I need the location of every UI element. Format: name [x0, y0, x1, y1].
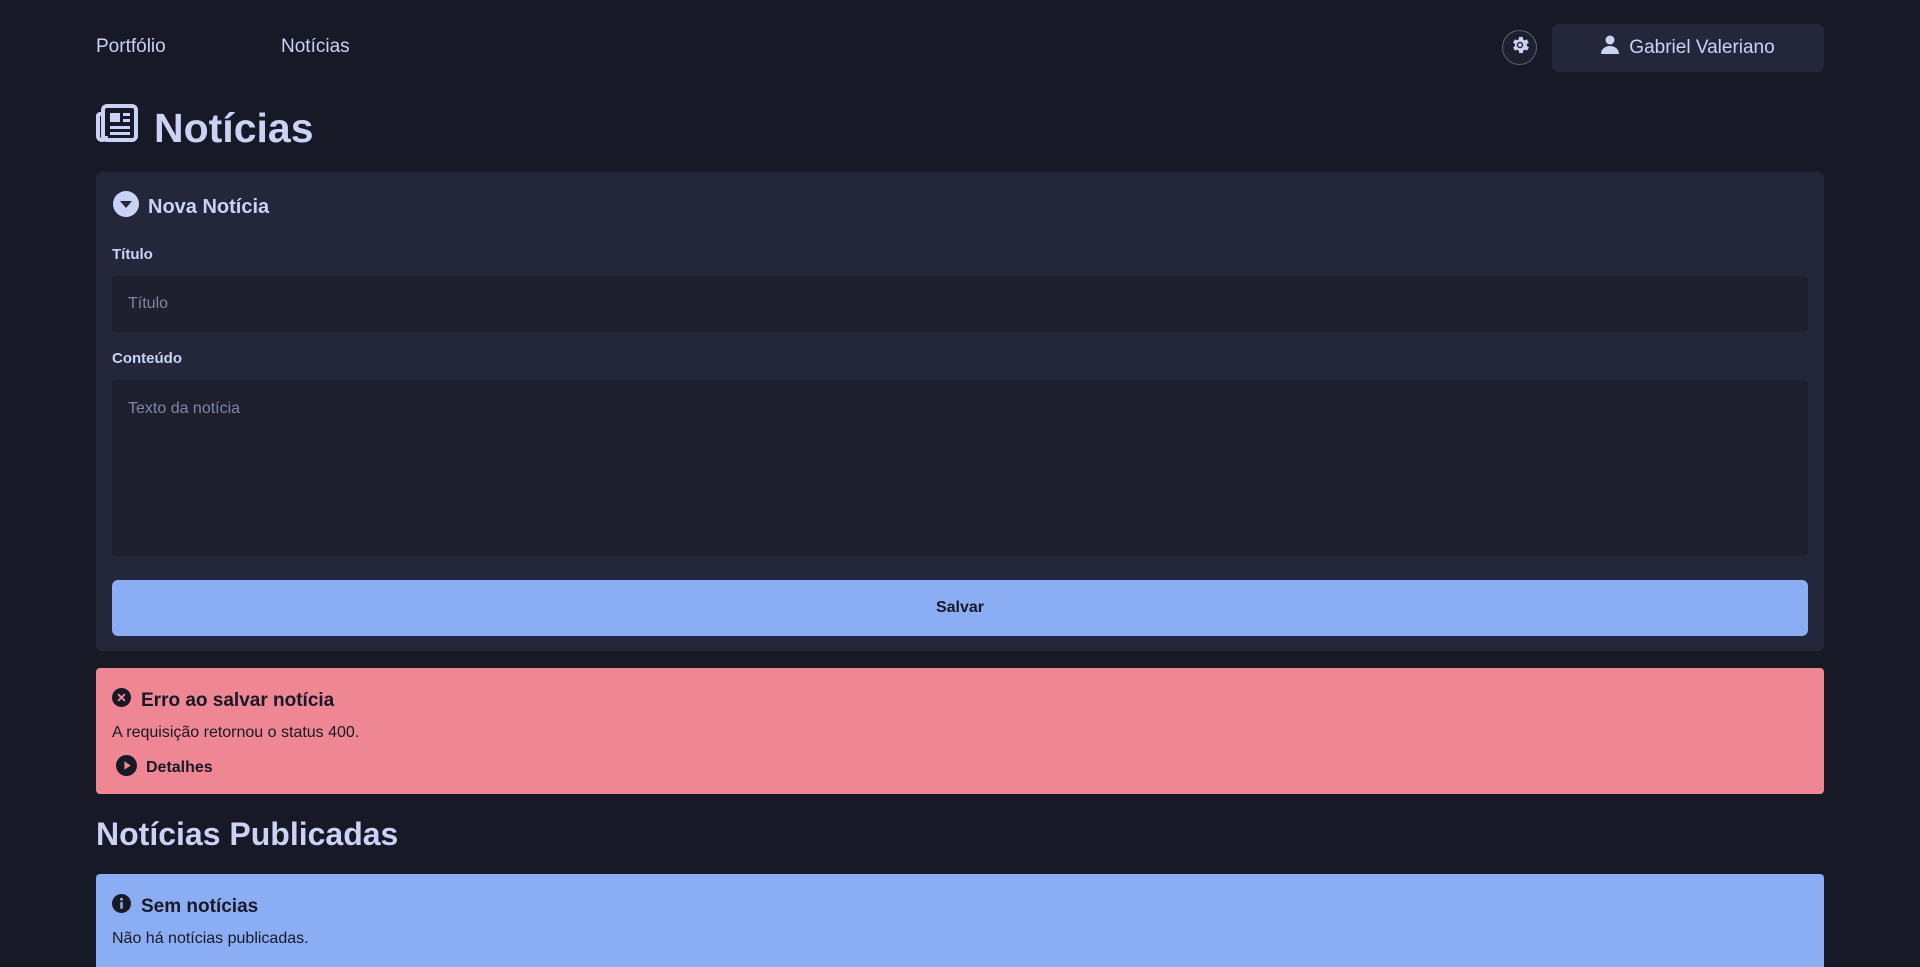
chevron-down-circle-icon — [112, 190, 140, 224]
page-title-text: Notícias — [154, 104, 314, 151]
title-label: Título — [112, 246, 153, 263]
nav-link-portfolio[interactable]: Portfólio — [96, 36, 166, 58]
empty-message: Não há notícias publicadas. — [112, 930, 309, 947]
user-menu-button[interactable]: Gabriel Valeriano — [1552, 24, 1824, 72]
content-textarea[interactable] — [112, 380, 1808, 556]
new-news-toggle[interactable]: Nova Notícia — [112, 190, 269, 224]
error-alert: Erro ao salvar notícia A requisição reto… — [96, 668, 1824, 794]
error-message: A requisição retornou o status 400. — [112, 724, 360, 741]
user-icon — [1601, 35, 1620, 61]
user-name: Gabriel Valeriano — [1629, 37, 1775, 58]
nav-link-news[interactable]: Notícias — [281, 36, 350, 58]
error-details-toggle[interactable]: Detalhes — [116, 755, 213, 781]
page-title: Notícias — [96, 104, 314, 152]
details-label: Detalhes — [146, 759, 213, 776]
content-label: Conteúdo — [112, 350, 182, 367]
empty-news-alert: Sem notícias Não há notícias publicadas. — [96, 874, 1824, 967]
info-circle-icon — [112, 894, 131, 919]
top-navbar: Portfólio Notícias Gabriel Valeriano — [96, 0, 1824, 96]
save-button[interactable]: Salvar — [112, 580, 1808, 636]
theme-toggle-button[interactable] — [1502, 30, 1537, 65]
empty-alert-title: Sem notícias — [112, 894, 258, 919]
gear-icon — [1509, 34, 1531, 61]
error-circle-icon — [112, 688, 131, 713]
newspaper-icon — [96, 104, 138, 152]
new-news-title: Nova Notícia — [148, 195, 270, 218]
title-input[interactable] — [112, 276, 1808, 332]
published-news-heading: Notícias Publicadas — [96, 816, 399, 852]
error-title-text: Erro ao salvar notícia — [141, 689, 335, 711]
play-circle-icon — [116, 755, 137, 781]
error-alert-title: Erro ao salvar notícia — [112, 688, 334, 713]
new-news-form-card: Nova Notícia Título Conteúdo Salvar — [96, 172, 1824, 651]
empty-title-text: Sem notícias — [141, 895, 259, 917]
page-container: Portfólio Notícias Gabriel Valeriano Not… — [96, 0, 1824, 967]
